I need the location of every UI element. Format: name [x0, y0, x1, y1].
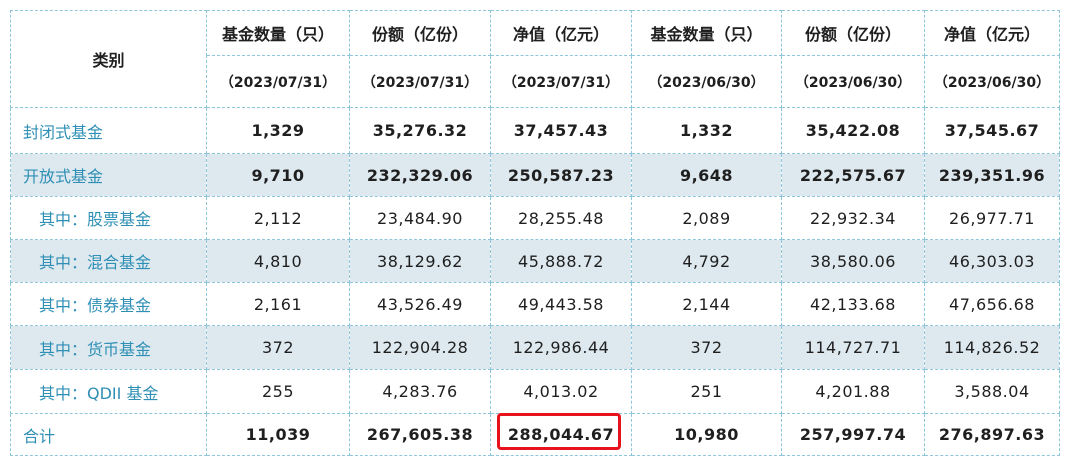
- cell-value: 114,727.71: [781, 325, 925, 370]
- cell-value: 47,656.68: [924, 282, 1060, 326]
- cell-value: 2,112: [206, 196, 350, 240]
- cell-value: 26,977.71: [924, 196, 1060, 240]
- fund-statistics-page: 类别 基金数量（只） 份额（亿份） 净值（亿元） 基金数量（只） 份额（亿份） …: [0, 0, 1080, 462]
- cell-value: 276,897.63: [924, 413, 1060, 456]
- cell-value: 43,526.49: [349, 282, 491, 326]
- col-date-shares-0731: （2023/07/31）: [349, 55, 491, 108]
- cell-value: 4,283.76: [349, 369, 491, 414]
- col-date-count-0731: （2023/07/31）: [206, 55, 350, 108]
- row-label: 其中：债券基金: [10, 282, 207, 326]
- cell-value: 372: [631, 325, 782, 370]
- cell-value: 46,303.03: [924, 239, 1060, 283]
- cell-value: 232,329.06: [349, 153, 491, 197]
- col-date-nav-0630: （2023/06/30）: [924, 55, 1060, 108]
- cell-value: 35,422.08: [781, 107, 925, 154]
- cell-value: 114,826.52: [924, 325, 1060, 370]
- cell-value: 38,580.06: [781, 239, 925, 283]
- cell-value: 251: [631, 369, 782, 414]
- table-row: 其中：QDII 基金 255 4,283.76 4,013.02 251 4,2…: [10, 369, 1060, 414]
- cell-value: 28,255.48: [490, 196, 632, 240]
- header-row-titles: 类别 基金数量（只） 份额（亿份） 净值（亿元） 基金数量（只） 份额（亿份） …: [10, 10, 1060, 108]
- col-date-nav-0731: （2023/07/31）: [490, 55, 632, 108]
- cell-value: 257,997.74: [781, 413, 925, 456]
- col-header-count-0731: 基金数量（只）: [206, 10, 350, 56]
- cell-value: 9,648: [631, 153, 782, 197]
- cell-value: 4,810: [206, 239, 350, 283]
- row-label: 开放式基金: [10, 153, 207, 197]
- cell-value: 10,980: [631, 413, 782, 456]
- col-date-shares-0630: （2023/06/30）: [781, 55, 925, 108]
- table-row: 其中：债券基金 2,161 43,526.49 49,443.58 2,144 …: [10, 282, 1060, 326]
- cell-value: 4,201.88: [781, 369, 925, 414]
- cell-value: 222,575.67: [781, 153, 925, 197]
- cell-value: 49,443.58: [490, 282, 632, 326]
- cell-value: 45,888.72: [490, 239, 632, 283]
- cell-value: 122,986.44: [490, 325, 632, 370]
- cell-value: 2,161: [206, 282, 350, 326]
- cell-value: 239,351.96: [924, 153, 1060, 197]
- table-row: 其中：混合基金 4,810 38,129.62 45,888.72 4,792 …: [10, 239, 1060, 283]
- cell-value: 4,013.02: [490, 369, 632, 414]
- row-label: 其中：货币基金: [10, 325, 207, 370]
- cell-value: 4,792: [631, 239, 782, 283]
- cell-value: 2,144: [631, 282, 782, 326]
- cell-value: 255: [206, 369, 350, 414]
- col-header-nav-0731: 净值（亿元）: [490, 10, 632, 56]
- cell-value-highlighted: 288,044.67: [490, 413, 632, 456]
- category-header: 类别: [10, 10, 207, 108]
- col-header-count-0630: 基金数量（只）: [631, 10, 782, 56]
- cell-value: 122,904.28: [349, 325, 491, 370]
- cell-value: 1,332: [631, 107, 782, 154]
- cell-value: 42,133.68: [781, 282, 925, 326]
- cell-value: 267,605.38: [349, 413, 491, 456]
- cell-value: 9,710: [206, 153, 350, 197]
- col-header-shares-0630: 份额（亿份）: [781, 10, 925, 56]
- table-row: 其中：股票基金 2,112 23,484.90 28,255.48 2,089 …: [10, 196, 1060, 240]
- cell-value: 11,039: [206, 413, 350, 456]
- cell-value: 37,545.67: [924, 107, 1060, 154]
- table-row-total: 合计 11,039 267,605.38 288,044.67 10,980 2…: [10, 413, 1060, 456]
- cell-value: 23,484.90: [349, 196, 491, 240]
- table-row: 封闭式基金 1,329 35,276.32 37,457.43 1,332 35…: [10, 107, 1060, 154]
- cell-value: 38,129.62: [349, 239, 491, 283]
- table-row: 其中：货币基金 372 122,904.28 122,986.44 372 11…: [10, 325, 1060, 370]
- cell-value: 37,457.43: [490, 107, 632, 154]
- row-label: 其中：混合基金: [10, 239, 207, 283]
- cell-value: 372: [206, 325, 350, 370]
- cell-value: 250,587.23: [490, 153, 632, 197]
- col-header-shares-0731: 份额（亿份）: [349, 10, 491, 56]
- cell-value: 3,588.04: [924, 369, 1060, 414]
- cell-value: 1,329: [206, 107, 350, 154]
- cell-value: 22,932.34: [781, 196, 925, 240]
- row-label: 合计: [10, 413, 207, 456]
- col-date-count-0630: （2023/06/30）: [631, 55, 782, 108]
- cell-value: 35,276.32: [349, 107, 491, 154]
- row-label: 其中：股票基金: [10, 196, 207, 240]
- cell-value: 2,089: [631, 196, 782, 240]
- fund-statistics-table: 类别 基金数量（只） 份额（亿份） 净值（亿元） 基金数量（只） 份额（亿份） …: [10, 10, 1060, 456]
- col-header-nav-0630: 净值（亿元）: [924, 10, 1060, 56]
- row-label: 封闭式基金: [10, 107, 207, 154]
- table-row: 开放式基金 9,710 232,329.06 250,587.23 9,648 …: [10, 153, 1060, 197]
- row-label: 其中：QDII 基金: [10, 369, 207, 414]
